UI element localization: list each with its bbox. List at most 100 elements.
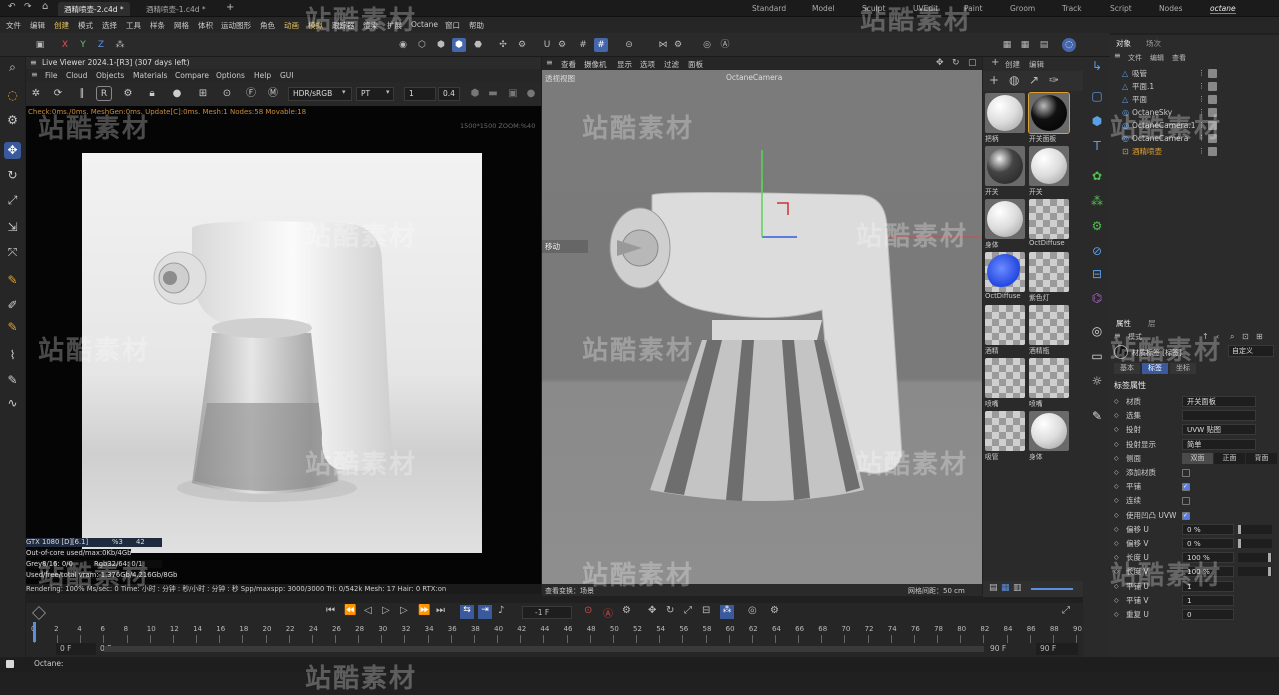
axis-z-button[interactable]: Z <box>94 38 108 52</box>
vp-menu-camera[interactable]: 摄像机 <box>584 59 607 70</box>
om-menu-view[interactable]: 查看 <box>1172 53 1186 63</box>
value-field-2[interactable]: 0.4 <box>438 87 460 101</box>
rotate-tool-icon[interactable]: ↻ <box>4 167 21 184</box>
lv-menu-materials[interactable]: Materials <box>133 71 167 80</box>
axis-lock-icon[interactable]: Ⓐ <box>718 38 732 52</box>
brush-icon[interactable]: ⌇ <box>4 347 21 364</box>
restart-icon[interactable]: ⟳ <box>50 86 66 101</box>
attribute-value[interactable]: 0 % <box>1182 523 1234 535</box>
material-swatch[interactable] <box>985 252 1025 292</box>
tab-attributes[interactable]: 属性 <box>1116 318 1131 329</box>
menu-spline[interactable]: 样条 <box>150 20 165 31</box>
attribute-value[interactable]: 简单 <box>1182 438 1256 450</box>
slider-knob[interactable] <box>1238 539 1241 548</box>
search-icon[interactable]: ⌕ <box>4 59 21 76</box>
material-swatch[interactable] <box>985 411 1025 451</box>
cloner-icon[interactable]: ⁂ <box>1088 192 1106 210</box>
tab-takes[interactable]: 场次 <box>1146 38 1161 49</box>
material-swatch[interactable] <box>985 93 1025 133</box>
material-swatch[interactable] <box>985 358 1025 398</box>
lock-icon[interactable]: 🔒︎ <box>144 86 160 101</box>
maximize-icon[interactable]: ▢ <box>968 58 977 68</box>
field-icon[interactable]: ⊘ <box>1088 242 1106 260</box>
checkbox[interactable] <box>1182 469 1190 477</box>
menu-icon[interactable]: ≡ <box>546 58 553 67</box>
send-scene-icon[interactable]: ✲ <box>28 86 44 101</box>
layout-model[interactable]: Model <box>812 4 835 13</box>
document-tab[interactable]: 酒精喷壶-1.c4d * <box>140 2 212 16</box>
gear-icon[interactable]: ⚙ <box>120 86 136 101</box>
vp-menu-display[interactable]: 显示 <box>617 59 632 70</box>
menu-icon[interactable]: ≡ <box>1114 51 1121 60</box>
loop-icon[interactable]: ∿ <box>4 395 21 412</box>
model-mode-icon[interactable]: ⬢ <box>452 38 466 52</box>
grid-icon[interactable]: # <box>576 38 590 52</box>
object-row[interactable]: △ 平面.1 ⋮ <box>1110 80 1279 93</box>
generator-icon[interactable]: ✿ <box>1088 167 1106 185</box>
menu-character[interactable]: 角色 <box>260 20 275 31</box>
menu-icon[interactable]: ≡ <box>1114 331 1121 340</box>
material-swatch[interactable] <box>1028 92 1070 134</box>
object-row[interactable]: ◎ OctaneCamera ⋮ <box>1110 132 1279 145</box>
axis-x-button[interactable]: X <box>58 38 72 52</box>
coordinate-system-icon[interactable]: ⁂ <box>113 38 127 52</box>
animate-icon[interactable]: ◇ <box>1114 466 1119 479</box>
layout-octane[interactable]: octane <box>1210 4 1236 14</box>
pause-icon[interactable]: ∥ <box>74 86 90 101</box>
search-icon[interactable]: ⌕ <box>1230 332 1234 342</box>
render-view-icon[interactable]: ▦ <box>1018 38 1032 52</box>
octane-live-icon[interactable]: ◌ <box>1062 38 1076 52</box>
layout-uvedit[interactable]: UVEdit <box>913 4 938 13</box>
vp-menu-options[interactable]: 选项 <box>640 59 655 70</box>
value-field-1[interactable]: 1 <box>404 87 436 101</box>
menu-render[interactable]: 渲染 <box>363 20 378 31</box>
animate-icon[interactable]: ◇ <box>1114 423 1119 436</box>
material-swatch[interactable] <box>1029 305 1069 345</box>
attribute-slider[interactable] <box>1238 524 1272 534</box>
render-settings-icon[interactable]: ▤ <box>1037 38 1051 52</box>
material-swatch[interactable] <box>1029 199 1069 239</box>
lv-menu-objects[interactable]: Objects <box>96 71 124 80</box>
grid-view-icon[interactable]: ▦ <box>1001 583 1010 593</box>
attribute-value[interactable]: 100 % <box>1182 552 1234 564</box>
layout-standard[interactable]: Standard <box>752 4 786 13</box>
attribute-slider[interactable] <box>1238 539 1272 548</box>
attribute-value[interactable]: 100 % <box>1182 566 1234 578</box>
side-option[interactable]: 背面 <box>1246 452 1277 464</box>
tag-icon[interactable] <box>1208 134 1217 143</box>
preview-range-bar[interactable] <box>104 646 984 652</box>
hamburger-icon[interactable]: ≡ <box>30 58 37 67</box>
snap-icon[interactable]: ✣ <box>496 38 510 52</box>
object-row[interactable]: ◎ OctaneCamera.1 ⋮ <box>1110 119 1279 132</box>
material-swatch[interactable] <box>1029 411 1069 451</box>
axis-y-button[interactable]: Y <box>76 38 90 52</box>
playhead[interactable] <box>33 622 36 642</box>
lv-menu-cloud[interactable]: Cloud <box>66 71 87 80</box>
region-icon[interactable]: R <box>96 86 112 101</box>
animate-icon[interactable]: ◇ <box>1114 551 1119 564</box>
workplane-icon[interactable]: # <box>594 38 608 52</box>
tab-objects[interactable]: 对象 <box>1116 38 1131 49</box>
side-option[interactable]: 双面 <box>1182 452 1213 464</box>
menu-animate[interactable]: 动画 <box>284 20 299 31</box>
custom-select[interactable]: 自定义 <box>1228 345 1274 357</box>
magnet-icon[interactable]: U <box>540 38 554 52</box>
start-frame-field[interactable]: 0 F <box>56 643 96 655</box>
lock-icon[interactable]: ⊝ <box>622 38 636 52</box>
material-menu-create[interactable]: 创建 <box>1005 59 1020 70</box>
light-icon[interactable]: ☼ <box>1088 372 1106 390</box>
subtab-basic[interactable]: 基本 <box>1114 363 1140 374</box>
object-row[interactable]: ⊡ 酒精喷壶 ⋮ <box>1110 145 1279 158</box>
record-icon[interactable]: ● <box>524 86 538 101</box>
layout-track[interactable]: Track <box>1062 4 1082 13</box>
lv-menu-options[interactable]: Options <box>216 71 245 80</box>
menu-octane[interactable]: Octane <box>411 20 438 29</box>
hex-icon[interactable]: ⬢ <box>468 86 482 101</box>
visibility-dots[interactable]: ⋮ <box>1198 145 1205 158</box>
menu-create[interactable]: 创建 <box>54 20 69 31</box>
material-swatch[interactable] <box>1029 146 1069 186</box>
menu-volume[interactable]: 体积 <box>198 20 213 31</box>
tag-icon[interactable] <box>1208 95 1217 104</box>
slider-knob[interactable] <box>1268 553 1271 563</box>
visibility-dots[interactable]: ⋮ <box>1198 80 1205 93</box>
